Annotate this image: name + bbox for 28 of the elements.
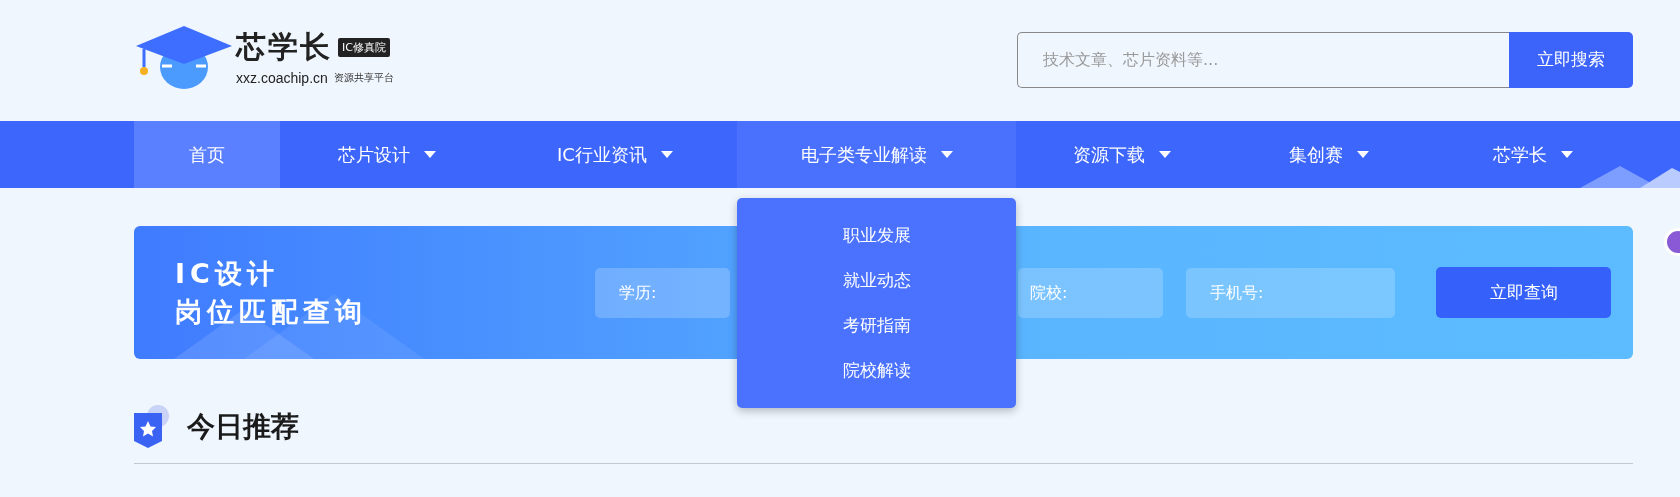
caret-icon (423, 151, 436, 158)
logo-domain: xxz.coachip.cn (236, 70, 328, 86)
caret-icon (1158, 151, 1171, 158)
search-field[interactable]: 技术文章、芯片资料等... (1017, 31, 1509, 88)
logo-slogan: 资源共享平台 (333, 71, 394, 85)
logo-badge: IC修真院 (338, 38, 390, 57)
caret-icon (940, 151, 953, 158)
dropdown-item[interactable]: 就业动态 (842, 258, 911, 303)
nav-item[interactable]: 资源下载 (1016, 121, 1227, 188)
caret-icon (1357, 151, 1369, 158)
caret-icon (1560, 151, 1573, 158)
section-title: 今日推荐 (187, 409, 299, 445)
search-button[interactable]: 立即搜索 (1509, 31, 1633, 88)
nav-item[interactable]: 集创赛 (1227, 121, 1431, 188)
caret-icon (660, 151, 673, 158)
dropdown-item[interactable]: 职业发展 (842, 213, 911, 258)
nav-item[interactable]: 芯学长 (1431, 121, 1634, 188)
logo-name: 芯学长 (236, 28, 332, 66)
dropdown-item[interactable]: 院校解读 (842, 348, 911, 393)
query-button[interactable]: 立即查询 (1436, 267, 1611, 318)
star-badge-icon (134, 405, 170, 449)
nav-item[interactable]: 首页 (134, 121, 280, 188)
banner-title: 岗位匹配查询 (175, 294, 368, 329)
nav-item[interactable]: IC行业资讯 (493, 121, 737, 188)
nav-item[interactable]: 芯片设计 (280, 121, 493, 188)
dropdown-item[interactable]: 考研指南 (842, 303, 911, 348)
banner-title: IC设计 (175, 256, 280, 291)
nav-item[interactable]: 电子类专业解读 (737, 121, 1016, 188)
